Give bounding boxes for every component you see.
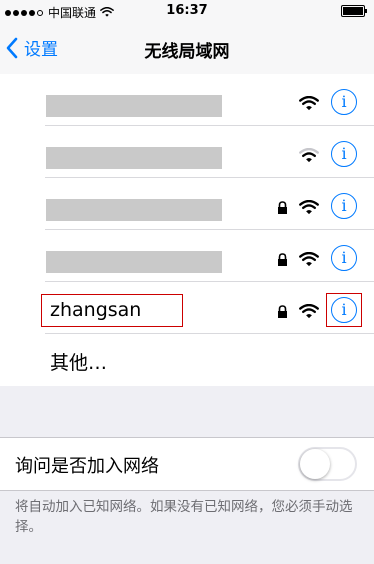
- battery-icon: [341, 5, 367, 17]
- lock-icon: [278, 305, 287, 318]
- redacted-network-name: [46, 147, 222, 169]
- info-button[interactable]: i: [331, 141, 357, 167]
- ask-to-join-label: 询问是否加入网络: [15, 456, 159, 477]
- lock-icon: [278, 253, 287, 266]
- info-button[interactable]: i: [331, 193, 357, 219]
- redacted-network-name: [46, 199, 222, 221]
- wifi-icon: [299, 96, 319, 111]
- wifi-icon: [299, 252, 319, 267]
- network-list: i i i i zhangsan i 其他…: [0, 74, 374, 386]
- network-row[interactable]: i: [0, 74, 374, 126]
- other-network-row[interactable]: 其他…: [0, 334, 374, 386]
- wifi-icon: [299, 200, 319, 215]
- navigation-bar: 设置 无线局域网: [0, 22, 374, 75]
- other-label: 其他…: [50, 352, 108, 374]
- network-row[interactable]: i: [0, 178, 374, 230]
- network-row-zhangsan[interactable]: zhangsan i: [0, 282, 374, 334]
- highlight-box: [326, 293, 362, 327]
- highlight-box: [41, 294, 183, 327]
- status-bar: 中国联通 16:37: [0, 0, 374, 22]
- page-title: 无线局域网: [144, 42, 230, 62]
- footnote: 将自动加入已知网络。如果没有已知网络，您必须手动选择。: [15, 499, 353, 535]
- info-button[interactable]: i: [331, 245, 357, 271]
- toggle-knob: [300, 449, 330, 479]
- ask-to-join-row: 询问是否加入网络: [0, 437, 374, 491]
- wifi-weak-icon: [299, 148, 319, 163]
- ask-to-join-toggle[interactable]: [298, 447, 357, 481]
- redacted-network-name: [46, 251, 222, 273]
- network-row[interactable]: i: [0, 126, 374, 178]
- info-button[interactable]: i: [331, 89, 357, 115]
- wifi-icon: [299, 304, 319, 319]
- clock: 16:37: [166, 3, 208, 18]
- lock-icon: [278, 201, 287, 214]
- network-row[interactable]: i: [0, 230, 374, 282]
- redacted-network-name: [46, 95, 222, 117]
